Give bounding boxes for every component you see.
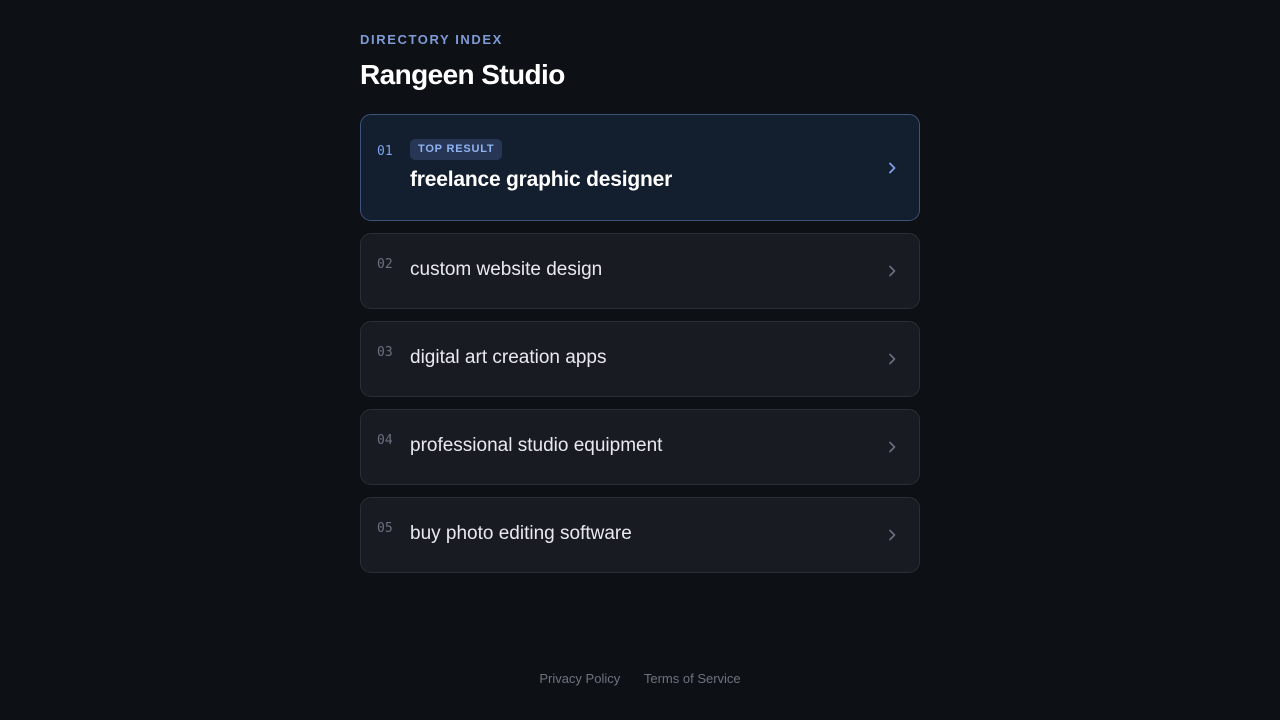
footer: Privacy Policy Terms of Service (0, 671, 1280, 686)
result-number: 02 (377, 257, 393, 272)
result-item-top[interactable]: 01 TOP RESULT freelance graphic designer (360, 114, 920, 221)
page: DIRECTORY INDEX Rangeen Studio 01 TOP RE… (0, 0, 1280, 720)
result-number: 05 (377, 521, 393, 536)
result-label: digital art creation apps (410, 347, 607, 368)
result-item[interactable]: 04 professional studio equipment (360, 409, 920, 485)
result-label: professional studio equipment (410, 435, 663, 456)
result-item[interactable]: 02 custom website design (360, 233, 920, 309)
chevron-right-icon (887, 265, 897, 277)
section-eyebrow: DIRECTORY INDEX (360, 32, 503, 47)
directory-panel: DIRECTORY INDEX Rangeen Studio 01 TOP RE… (360, 32, 920, 573)
results-list: 01 TOP RESULT freelance graphic designer… (360, 114, 920, 573)
result-number: 03 (377, 345, 393, 360)
top-result-badge: TOP RESULT (410, 139, 503, 160)
result-item[interactable]: 03 digital art creation apps (360, 321, 920, 397)
result-label: buy photo editing software (410, 523, 632, 544)
terms-of-service-link[interactable]: Terms of Service (644, 671, 741, 686)
result-number: 01 (377, 144, 393, 159)
privacy-policy-link[interactable]: Privacy Policy (539, 671, 620, 686)
result-label: custom website design (410, 259, 603, 280)
chevron-right-icon (887, 162, 897, 174)
result-label: freelance graphic designer (410, 168, 673, 191)
page-title: Rangeen Studio (360, 59, 565, 90)
chevron-right-icon (887, 529, 897, 541)
result-item[interactable]: 05 buy photo editing software (360, 497, 920, 573)
chevron-right-icon (887, 353, 897, 365)
chevron-right-icon (887, 441, 897, 453)
result-number: 04 (377, 433, 393, 448)
